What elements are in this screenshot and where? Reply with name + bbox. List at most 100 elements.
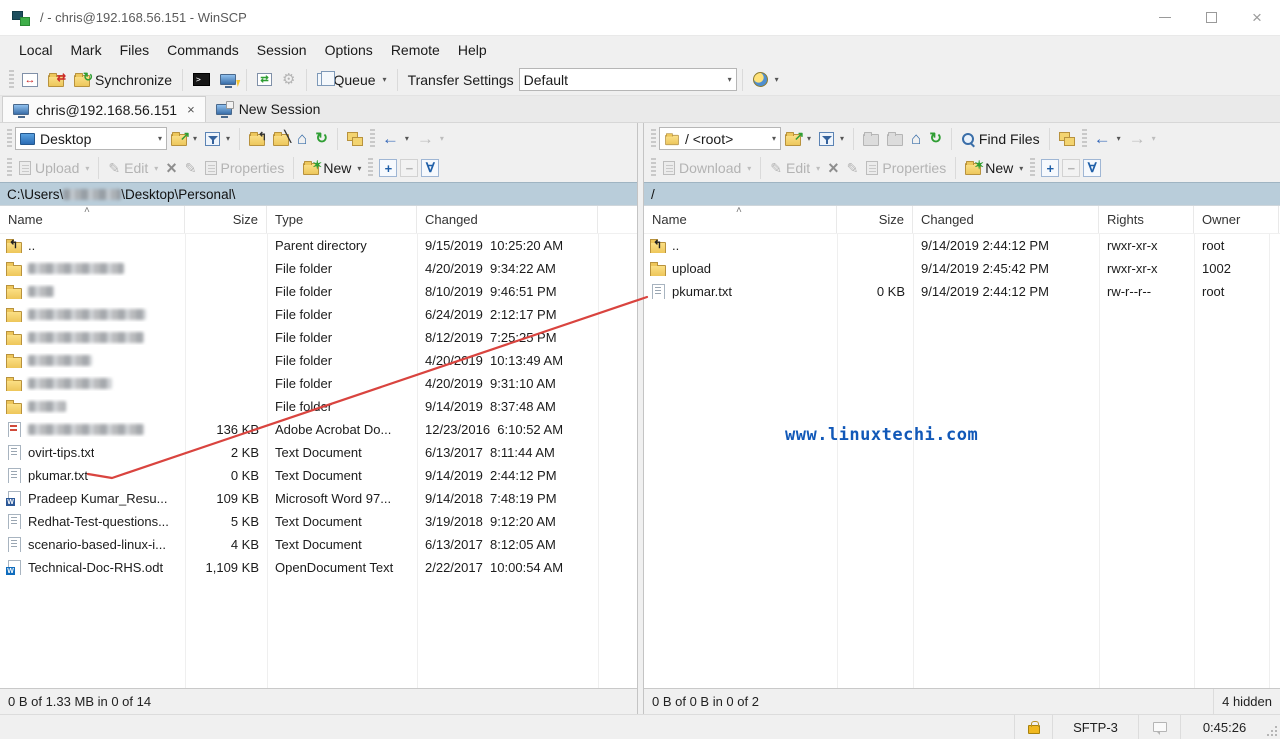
column-header-changed[interactable]: Changed xyxy=(913,206,1099,233)
open-session-in-putty-button[interactable] xyxy=(215,71,241,88)
local-back-button[interactable]: ←▾ xyxy=(378,130,413,148)
minimize-button[interactable] xyxy=(1142,0,1188,35)
toolbar-grip[interactable] xyxy=(368,158,373,178)
local-path-bar[interactable]: C:\Users\\Desktop\Personal\ xyxy=(0,182,637,205)
table-row[interactable]: ↰.. 9/14/2019 2:44:12 PM rwxr-xr-x root xyxy=(644,234,1280,257)
menu-mark[interactable]: Mark xyxy=(61,38,110,62)
remote-open-directory-button[interactable]: ↗▾ xyxy=(781,130,815,148)
local-unselect-button[interactable]: − xyxy=(400,159,418,177)
close-button[interactable]: × xyxy=(1234,0,1280,35)
menu-remote[interactable]: Remote xyxy=(382,38,449,62)
toolbar-grip[interactable] xyxy=(651,158,656,178)
column-header-type[interactable]: Type xyxy=(267,206,417,233)
remote-refresh-button[interactable]: ↻ xyxy=(925,130,946,148)
preset-dropdown-icon[interactable]: ▾ xyxy=(775,75,779,84)
filter-dropdown-icon[interactable]: ▾ xyxy=(226,134,230,143)
table-row[interactable]: WTechnical-Doc-RHS.odt 1,109 KB OpenDocu… xyxy=(0,556,637,579)
synchronize-button[interactable]: ↻ Synchronize xyxy=(69,69,177,91)
new-dropdown-icon[interactable]: ▾ xyxy=(1019,164,1023,173)
local-select-all-button[interactable]: ∀ xyxy=(421,159,439,177)
new-dropdown-icon[interactable]: ▾ xyxy=(357,164,361,173)
column-header-owner[interactable]: Owner xyxy=(1194,206,1279,233)
remote-directory-tree-button[interactable] xyxy=(1055,130,1079,148)
upload-button[interactable]: Upload▾ xyxy=(15,158,93,178)
column-header-name[interactable]: Name˄ xyxy=(0,206,185,233)
local-forward-button[interactable]: →▾ xyxy=(413,130,448,148)
column-header-size[interactable]: Size xyxy=(837,206,913,233)
transfer-preset-button[interactable]: ▾ xyxy=(748,69,784,90)
remote-path-bar[interactable]: / xyxy=(644,182,1280,205)
transfer-settings-combo[interactable]: Default ▾ xyxy=(519,68,737,91)
menu-files[interactable]: Files xyxy=(111,38,159,62)
column-header-size[interactable]: Size xyxy=(185,206,267,233)
table-row[interactable]: ↰.. Parent directory 9/15/2019 10:25:20 … xyxy=(0,234,637,257)
session-duration[interactable]: 0:45:26 xyxy=(1180,715,1268,739)
compare-directories-button[interactable]: ↔ xyxy=(17,70,43,90)
table-row[interactable]: File folder 4/20/2019 9:34:22 AM xyxy=(0,257,637,280)
new-session-tab[interactable]: New Session xyxy=(206,96,331,122)
menu-commands[interactable]: Commands xyxy=(158,38,248,62)
local-home-directory-button[interactable]: ⌂ xyxy=(293,130,311,147)
toolbar-grip[interactable] xyxy=(7,129,12,149)
remote-select-button[interactable]: + xyxy=(1041,159,1059,177)
download-button[interactable]: Download▾ xyxy=(659,158,755,178)
toolbar-grip[interactable] xyxy=(1030,158,1035,178)
table-row[interactable]: upload 9/14/2019 2:45:42 PM rwxr-xr-x 10… xyxy=(644,257,1280,280)
toolbar-grip[interactable] xyxy=(651,129,656,149)
table-row[interactable]: File folder 8/10/2019 9:46:51 PM xyxy=(0,280,637,303)
table-row[interactable]: WPradeep Kumar_Resu... 109 KB Microsoft … xyxy=(0,487,637,510)
remote-back-button[interactable]: ←▾ xyxy=(1090,130,1125,148)
resize-grip-icon[interactable] xyxy=(1268,715,1280,739)
toolbar-grip[interactable] xyxy=(7,158,12,178)
table-row[interactable]: Redhat-Test-questions... 5 KB Text Docum… xyxy=(0,510,637,533)
toolbar-grip[interactable] xyxy=(1082,129,1087,149)
table-row[interactable]: scenario-based-linux-i... 4 KB Text Docu… xyxy=(0,533,637,556)
remote-forward-button[interactable]: →▾ xyxy=(1125,130,1160,148)
local-edit-button[interactable]: ✎Edit▾ xyxy=(104,158,162,178)
open-directory-dropdown-icon[interactable]: ▾ xyxy=(193,134,197,143)
column-header-name[interactable]: Name˄ xyxy=(644,206,837,233)
drive-dropdown-icon[interactable]: ▾ xyxy=(158,134,162,143)
find-files-button[interactable]: Find Files xyxy=(957,129,1044,149)
local-drive-combo[interactable]: Desktop ▾ xyxy=(15,127,167,150)
open-new-window-button[interactable]: ⇄ xyxy=(252,70,277,89)
queue-button[interactable]: Queue ▾ xyxy=(312,69,392,91)
remote-home-directory-button[interactable]: ⌂ xyxy=(907,130,925,147)
session-tab[interactable]: chris@192.168.56.151 × xyxy=(2,96,206,122)
open-directory-dropdown-icon[interactable]: ▾ xyxy=(807,134,811,143)
toolbar-grip[interactable] xyxy=(9,70,14,90)
protocol-status[interactable]: SFTP-3 xyxy=(1052,715,1138,739)
toolbar-grip[interactable] xyxy=(370,129,375,149)
local-directory-tree-button[interactable] xyxy=(343,130,367,148)
table-row[interactable]: ovirt-tips.txt 2 KB Text Document 6/13/2… xyxy=(0,441,637,464)
transfer-settings-dropdown-icon[interactable]: ▾ xyxy=(728,75,732,84)
maximize-button[interactable] xyxy=(1188,0,1234,35)
server-messages[interactable] xyxy=(1138,715,1180,739)
table-row[interactable]: File folder 4/20/2019 10:13:49 AM xyxy=(0,349,637,372)
back-dropdown-icon[interactable]: ▾ xyxy=(405,134,409,143)
table-row[interactable]: 136 KB Adobe Acrobat Do... 12/23/2016 6:… xyxy=(0,418,637,441)
queue-dropdown-icon[interactable]: ▾ xyxy=(383,75,387,84)
remote-filter-button[interactable]: ▾ xyxy=(815,130,848,148)
table-row[interactable]: File folder 6/24/2019 2:12:17 PM xyxy=(0,303,637,326)
panel-splitter[interactable] xyxy=(637,123,644,714)
remote-directory-combo[interactable]: / <root> ▾ xyxy=(659,127,781,150)
tab-close-icon[interactable]: × xyxy=(187,102,195,117)
local-root-directory-button[interactable]: ╲ xyxy=(269,130,293,148)
remote-select-all-button[interactable]: ∀ xyxy=(1083,159,1101,177)
local-filter-button[interactable]: ▾ xyxy=(201,130,234,148)
column-header-changed[interactable]: Changed xyxy=(417,206,598,233)
menu-options[interactable]: Options xyxy=(316,38,382,62)
local-new-button[interactable]: ✶New▾ xyxy=(299,158,365,178)
remote-new-button[interactable]: ✶New▾ xyxy=(961,158,1027,178)
menu-session[interactable]: Session xyxy=(248,38,316,62)
table-row[interactable]: File folder 4/20/2019 9:31:10 AM xyxy=(0,372,637,395)
directory-dropdown-icon[interactable]: ▾ xyxy=(772,134,776,143)
encryption-status[interactable] xyxy=(1014,715,1052,739)
back-dropdown-icon[interactable]: ▾ xyxy=(1117,134,1121,143)
remote-delete-button[interactable]: × xyxy=(824,159,843,177)
table-row-pkumar-remote[interactable]: pkumar.txt 0 KB 9/14/2019 2:44:12 PM rw-… xyxy=(644,280,1280,303)
local-select-button[interactable]: + xyxy=(379,159,397,177)
column-header-rights[interactable]: Rights xyxy=(1099,206,1194,233)
remote-properties-button[interactable]: Properties xyxy=(862,158,950,178)
